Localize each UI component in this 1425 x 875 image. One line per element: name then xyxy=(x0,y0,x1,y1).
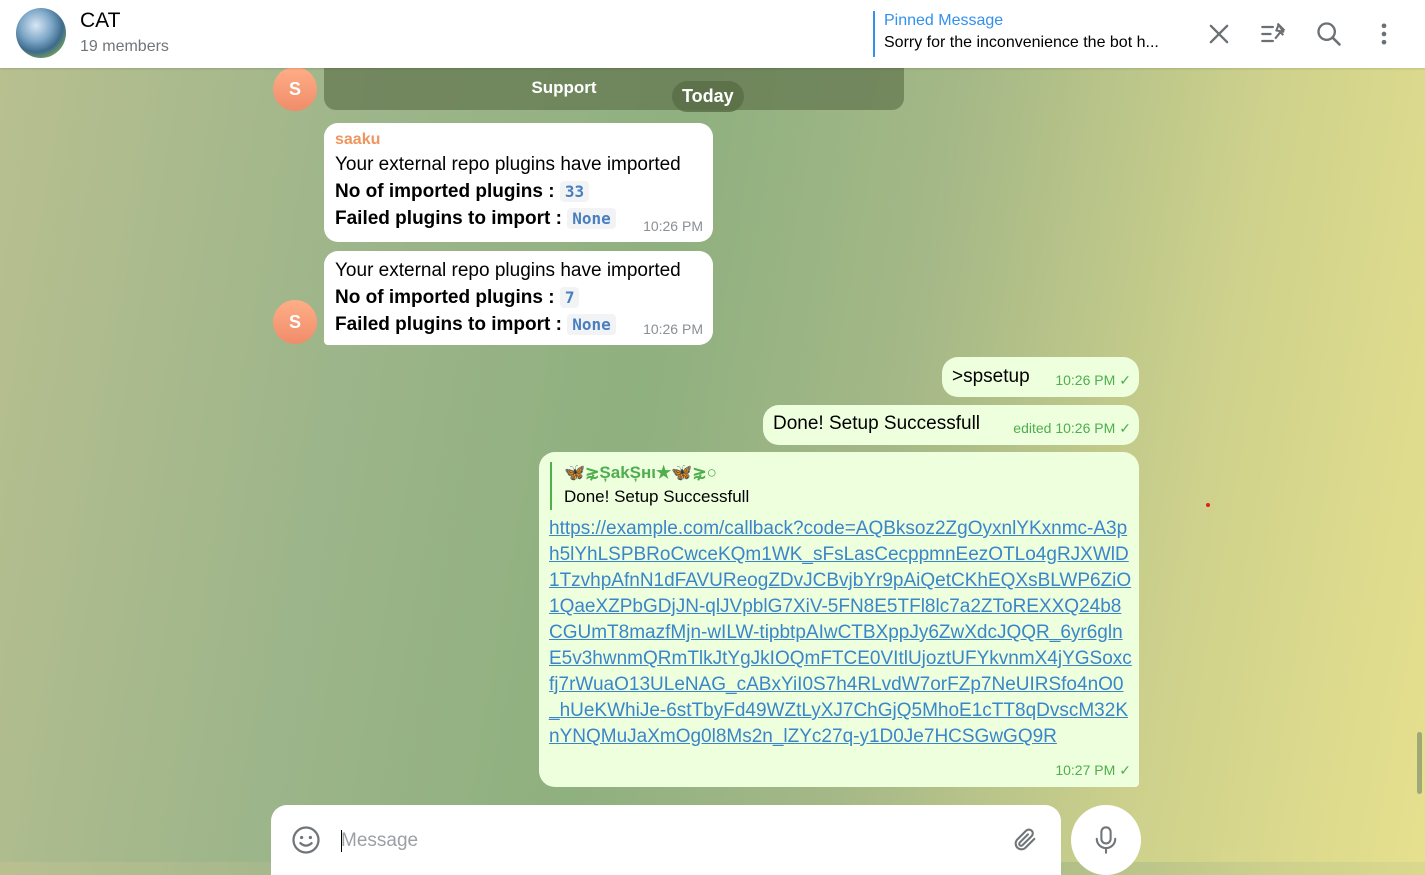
chat-scrollbar[interactable] xyxy=(1417,732,1422,794)
message-time: 10:26 PM xyxy=(643,321,703,337)
paperclip-icon[interactable] xyxy=(1011,826,1039,854)
message-time: 10:26 PM ✓ xyxy=(1055,372,1131,389)
failed-label: Failed plugins to import : xyxy=(335,314,562,335)
message-time: 10:27 PM ✓ xyxy=(1055,762,1131,779)
sent-check-icon: ✓ xyxy=(1119,762,1131,778)
pinned-title: Pinned Message xyxy=(884,12,1004,29)
close-icon[interactable] xyxy=(1205,20,1233,48)
sent-check-icon: ✓ xyxy=(1119,420,1131,436)
emoji-icon[interactable] xyxy=(291,825,321,855)
message-time: edited 10:26 PM ✓ xyxy=(1013,420,1131,437)
count-value[interactable]: 33 xyxy=(559,181,590,202)
sent-check-icon: ✓ xyxy=(1119,372,1131,388)
message-text: >spsetup xyxy=(952,366,1030,387)
message-bubble[interactable]: Your external repo plugins have imported… xyxy=(324,251,713,345)
message-text: Done! Setup Successfull xyxy=(773,413,981,434)
message-time-text: 10:27 PM xyxy=(1055,762,1116,778)
group-title[interactable]: CAT xyxy=(80,9,120,33)
message-link[interactable]: https://example.com/callback?code=AQBkso… xyxy=(549,516,1134,750)
message-time: 10:26 PM xyxy=(643,218,703,234)
failed-value[interactable]: None xyxy=(567,208,616,229)
pinned-text: Sorry for the inconvenience the bot h... xyxy=(884,34,1159,51)
member-count[interactable]: 19 members xyxy=(80,38,169,56)
support-button-message[interactable]: Support xyxy=(324,66,904,110)
user-avatar[interactable]: S xyxy=(273,300,317,344)
pinned-list-icon[interactable] xyxy=(1260,20,1288,48)
message-bubble-outgoing[interactable]: 🦋⋧ȘakȘʜι★🦋⋧○ Done! Setup Successfull htt… xyxy=(539,452,1139,787)
reply-text: Done! Setup Successfull xyxy=(564,487,750,506)
message-composer xyxy=(271,805,1061,875)
failed-label: Failed plugins to import : xyxy=(335,208,562,229)
chat-header: CAT 19 members Pinned Message Sorry for … xyxy=(0,0,1425,68)
microphone-icon xyxy=(1095,826,1117,854)
stray-dot xyxy=(1206,503,1210,507)
group-avatar[interactable] xyxy=(16,8,66,58)
reply-preview[interactable]: 🦋⋧ȘakȘʜι★🦋⋧○ Done! Setup Successfull xyxy=(550,462,749,510)
text-caret xyxy=(341,830,342,852)
failed-value[interactable]: None xyxy=(567,314,616,335)
message-count-line: No of imported plugins : 33 xyxy=(335,178,703,205)
message-count-line: No of imported plugins : 7 xyxy=(335,284,703,311)
date-pill: Today xyxy=(672,81,744,112)
pinned-message[interactable]: Pinned Message Sorry for the inconvenien… xyxy=(873,11,1188,57)
count-value[interactable]: 7 xyxy=(559,287,580,308)
count-label: No of imported plugins : xyxy=(335,287,555,308)
message-input[interactable] xyxy=(339,827,983,855)
message-bubble[interactable]: saaku Your external repo plugins have im… xyxy=(324,123,713,242)
voice-message-button[interactable] xyxy=(1071,805,1141,875)
message-time-text: edited 10:26 PM xyxy=(1013,420,1116,436)
message-text: Your external repo plugins have imported xyxy=(335,154,681,175)
reply-sender-name: 🦋⋧ȘakȘʜι★🦋⋧○ xyxy=(564,463,717,482)
message-text: Your external repo plugins have imported xyxy=(335,260,681,281)
count-label: No of imported plugins : xyxy=(335,181,555,202)
message-bubble-outgoing[interactable]: Done! Setup Successfull edited 10:26 PM ✓ xyxy=(763,405,1139,445)
user-avatar[interactable]: S xyxy=(273,67,317,111)
sender-name[interactable]: saaku xyxy=(335,129,703,151)
search-icon[interactable] xyxy=(1315,20,1343,48)
message-bubble-outgoing[interactable]: >spsetup 10:26 PM ✓ xyxy=(942,357,1139,397)
support-label: Support xyxy=(531,78,597,97)
more-vertical-icon[interactable] xyxy=(1370,20,1398,48)
message-time-text: 10:26 PM xyxy=(1055,372,1116,388)
